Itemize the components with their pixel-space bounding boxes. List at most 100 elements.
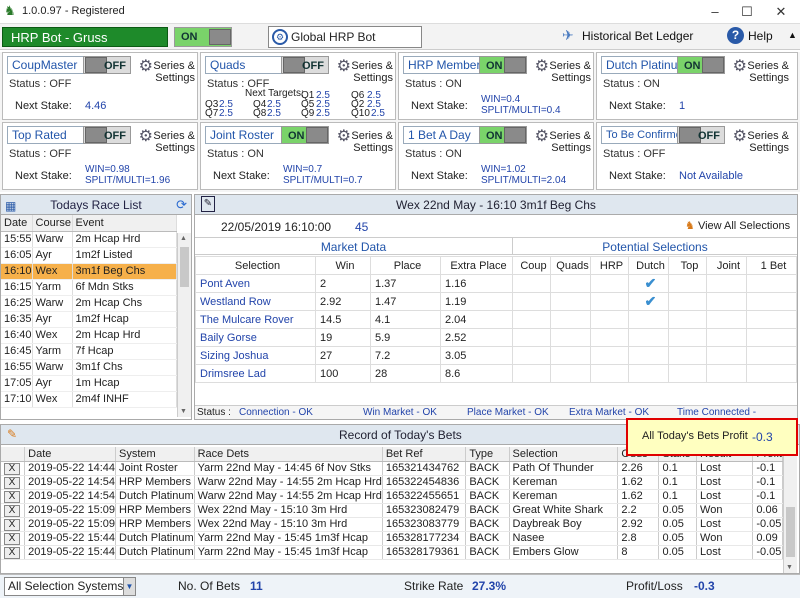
- race-list-scrollbar[interactable]: ▲ ▼: [177, 233, 191, 417]
- series-settings-button[interactable]: ⚙ Series & Settings: [531, 55, 593, 89]
- system-toggle[interactable]: OFF: [677, 126, 725, 144]
- race-event: 2m Hcap Hrd: [72, 327, 178, 344]
- system-joint-roster: Joint Roster ON ⚙ Series & Settings Statu…: [200, 122, 396, 190]
- selection-name: Sizing Joshua: [195, 346, 316, 365]
- bet-profit: 0.06: [752, 503, 783, 518]
- series-settings-button[interactable]: ⚙ Series & Settings: [135, 55, 197, 89]
- settings-label: Series & Settings: [747, 130, 789, 154]
- scroll-down-icon[interactable]: ▼: [180, 408, 187, 415]
- series-settings-button[interactable]: ⚙ Series & Settings: [531, 125, 593, 159]
- market-row[interactable]: The Mulcare Rover 14.5 4.1 2.04: [195, 310, 797, 329]
- scroll-up-icon[interactable]: ▲: [180, 235, 187, 242]
- system-toggle[interactable]: OFF: [281, 56, 329, 74]
- system-toggle[interactable]: ON: [479, 56, 527, 74]
- series-settings-button[interactable]: ⚙ Series & Settings: [135, 125, 197, 159]
- scroll-thumb[interactable]: [180, 247, 189, 287]
- potential-joint-cell: [706, 328, 747, 347]
- bets-title: Record of Today's Bets: [339, 428, 462, 442]
- bet-date: 2019-05-22 14:54: [24, 475, 117, 490]
- race-row[interactable]: 17:10 Wex 2m4f INHF: [1, 391, 178, 408]
- series-settings-button[interactable]: ⚙ Series & Settings: [333, 125, 395, 159]
- race-row[interactable]: 17:05 Ayr 1m Hcap: [1, 375, 178, 392]
- place-odds: 4.1: [370, 310, 441, 329]
- series-settings-button[interactable]: ⚙ Series & Settings: [729, 125, 791, 159]
- toggle-state: OFF: [104, 130, 126, 142]
- delete-bet-button[interactable]: X: [4, 546, 20, 559]
- delete-bet-button[interactable]: X: [4, 518, 20, 531]
- race-row[interactable]: 16:45 Yarm 7f Hcap: [1, 343, 178, 360]
- delete-bet-button[interactable]: X: [4, 532, 20, 545]
- delete-bet-button[interactable]: X: [4, 462, 20, 475]
- race-row[interactable]: 16:05 Ayr 1m2f Listed: [1, 247, 178, 264]
- connection-status: Connection - OK: [239, 407, 313, 418]
- col-race-dets: Race Dets: [194, 447, 383, 462]
- toggle-knob: [504, 57, 526, 73]
- system-toggle[interactable]: OFF: [83, 56, 131, 74]
- system-toggle[interactable]: ON: [479, 126, 527, 144]
- delete-bet-button[interactable]: X: [4, 504, 20, 517]
- market-row[interactable]: Pont Aven 2 1.37 1.16 ✔: [195, 274, 797, 293]
- chevron-up-icon[interactable]: ▲: [788, 30, 797, 40]
- today-profit-box: All Today's Bets Profit -0.3: [626, 418, 798, 456]
- race-row[interactable]: 16:10 Wex 3m1f Beg Chs: [1, 263, 178, 280]
- race-row[interactable]: 15:55 Warw 2m Hcap Hrd: [1, 231, 178, 248]
- settings-icon: ⚙: [732, 128, 747, 145]
- race-row[interactable]: 16:55 Warw 3m1f Chs: [1, 359, 178, 376]
- connection-toggle[interactable]: ON: [174, 27, 232, 47]
- help-link[interactable]: Help: [748, 29, 773, 43]
- bets-scrollbar[interactable]: ▲ ▼: [783, 447, 797, 573]
- system-quads: Quads OFF ⚙ Series & Settings Status : OF…: [200, 52, 396, 120]
- race-time: 16:40: [1, 327, 33, 344]
- maximize-button[interactable]: ☐: [730, 0, 764, 24]
- market-row[interactable]: Baily Gorse 19 5.9 2.52: [195, 328, 797, 347]
- potential-quads-cell: [550, 310, 591, 329]
- quad-target-value: 2.5: [316, 108, 330, 119]
- bet-type: BACK: [465, 545, 510, 560]
- market-row[interactable]: Westland Row 2.92 1.47 1.19 ✔: [195, 292, 797, 311]
- race-row[interactable]: 16:15 Yarm 6f Mdn Stks: [1, 279, 178, 296]
- no-of-bets-value: 11: [250, 579, 263, 593]
- delete-cell: X: [1, 517, 26, 532]
- race-row[interactable]: 16:35 Ayr 1m2f Hcap: [1, 311, 178, 328]
- place-odds: 1.47: [370, 292, 441, 311]
- system-toggle[interactable]: ON: [677, 56, 725, 74]
- minimize-button[interactable]: –: [698, 0, 732, 24]
- race-course: Yarm: [32, 279, 73, 296]
- delete-bet-button[interactable]: X: [4, 476, 20, 489]
- global-settings-button[interactable]: ⚙ Global HRP Bot Settings: [268, 26, 422, 64]
- chevron-down-icon[interactable]: ▼: [123, 578, 135, 595]
- checkmark-icon: ✔: [644, 293, 657, 309]
- bet-ref: 165328179361: [382, 545, 467, 560]
- historical-ledger-link[interactable]: Historical Bet Ledger: [582, 29, 693, 43]
- system-toggle[interactable]: ON: [281, 126, 329, 144]
- bet-profit: -0.05: [752, 517, 783, 532]
- potential-joint-cell: [706, 292, 747, 311]
- extra-place-odds: 2.04: [440, 310, 513, 329]
- potential-coup-cell: [512, 328, 551, 347]
- system-toggle[interactable]: OFF: [83, 126, 131, 144]
- win-stake: WIN=1.02: [481, 164, 526, 175]
- view-all-selections[interactable]: ♞ View All Selections: [685, 219, 790, 232]
- scroll-down-icon[interactable]: ▼: [786, 564, 793, 571]
- series-settings-button[interactable]: ⚙ Series & Settings: [729, 55, 791, 89]
- market-row[interactable]: Drimsree Lad 100 28 8.6: [195, 364, 797, 383]
- potential-dutch-cell: ✔: [628, 274, 669, 293]
- col-selection: Selection: [509, 447, 619, 462]
- delete-bet-button[interactable]: X: [4, 490, 20, 503]
- close-button[interactable]: ✕: [764, 0, 798, 24]
- potential-onebet-cell: [746, 274, 797, 293]
- win-market-status: Win Market - OK: [363, 407, 437, 418]
- bet-race-dets: Warw 22nd May - 14:55 2m Hcap Hrd: [194, 489, 383, 504]
- race-course: Yarm: [32, 343, 73, 360]
- system-filter-select[interactable]: All Selection Systems ▼: [4, 577, 136, 596]
- race-row[interactable]: 16:40 Wex 2m Hcap Hrd: [1, 327, 178, 344]
- edit-icon[interactable]: ✎: [201, 196, 215, 212]
- race-row[interactable]: 16:25 Warw 2m Hcap Chs: [1, 295, 178, 312]
- market-row[interactable]: Sizing Joshua 27 7.2 3.05: [195, 346, 797, 365]
- refresh-icon[interactable]: ⟳: [176, 195, 187, 215]
- settings-label: Series & Settings: [153, 130, 195, 154]
- scroll-thumb[interactable]: [786, 507, 795, 557]
- potential-dutch-cell: ✔: [628, 292, 669, 311]
- series-settings-button[interactable]: ⚙ Series & Settings: [333, 55, 395, 89]
- potential-quads-cell: [550, 274, 591, 293]
